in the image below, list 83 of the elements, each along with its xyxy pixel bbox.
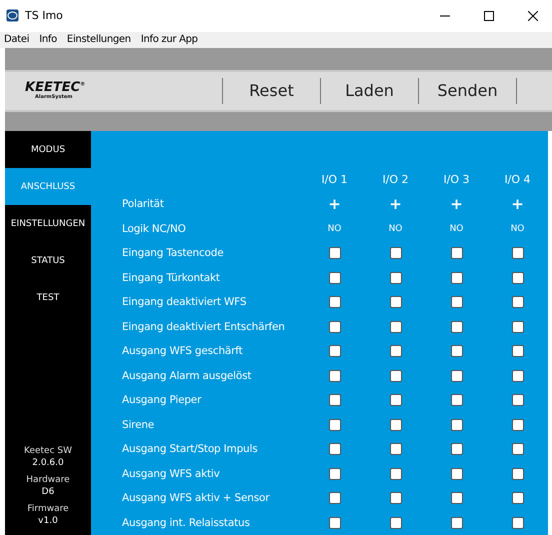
toolbar-button[interactable]: Reset [222,78,320,104]
checkbox[interactable] [512,370,524,382]
checkbox[interactable] [390,320,402,333]
checkbox[interactable] [328,418,340,431]
checkbox[interactable] [512,468,524,480]
checkbox[interactable] [390,443,402,456]
checkbox[interactable] [450,370,462,382]
checkbox[interactable] [512,394,524,406]
row-label: Eingang deaktiviert WFS [122,296,248,308]
checkbox[interactable] [390,370,402,382]
info-value: D6 [42,486,54,498]
checkbox[interactable] [390,247,402,260]
checkbox[interactable] [450,468,462,480]
checkbox[interactable] [328,443,340,456]
row-label: Sirene [122,418,156,431]
column-header: I/O 2 [382,173,409,186]
checkbox[interactable] [328,492,340,504]
checkbox[interactable] [450,443,462,456]
checkbox[interactable] [328,516,340,529]
checkbox[interactable] [328,345,340,358]
row-label: Logik NC/NO [122,222,187,235]
checkbox[interactable] [512,492,524,504]
checkbox[interactable] [512,296,524,308]
checkbox[interactable] [450,272,462,284]
checkbox[interactable] [450,394,462,406]
checkbox[interactable] [328,468,340,480]
row-label: Eingang Tastencode [122,247,224,260]
close-icon[interactable] [528,10,538,21]
toolbar-button[interactable]: Laden [320,78,418,104]
row-label: Eingang deaktiviert Entschärfen [122,320,286,333]
checkbox[interactable] [328,272,340,284]
checkbox[interactable] [390,418,402,431]
row-label: Ausgang int. Relaisstatus [122,516,251,529]
checkbox[interactable] [512,345,524,358]
checkbox[interactable] [390,296,402,308]
column-header: I/O 4 [504,173,531,186]
info-label: Keetec SW [24,444,72,457]
checkbox[interactable] [390,345,402,358]
row-label: Ausgang Alarm ausgelöst [122,370,252,382]
checkbox[interactable] [512,272,524,284]
info-value: v1.0 [38,514,58,527]
app-icon [6,9,19,22]
menu-item[interactable]: Einstellungen [66,34,131,46]
info-label: Hardware [26,474,70,486]
checkbox[interactable] [450,296,462,308]
row-label: Ausgang WFS aktiv [122,468,221,480]
info-label: Firmware [27,502,69,515]
menu-item[interactable]: Datei [4,34,30,46]
checkbox[interactable] [512,320,524,333]
checkbox[interactable] [390,272,402,284]
checkbox[interactable] [450,516,462,529]
checkbox[interactable] [328,394,340,406]
window-title: TS Imo [25,9,64,22]
menu-item[interactable]: Info [39,34,57,46]
checkbox[interactable] [512,516,524,529]
checkbox[interactable] [390,492,402,504]
row-label: Ausgang WFS aktiv + Sensor [122,492,270,504]
checkbox[interactable] [450,345,462,358]
checkbox[interactable] [450,247,462,260]
checkbox[interactable] [512,443,524,456]
checkbox[interactable] [512,418,524,431]
checkbox[interactable] [450,492,462,504]
checkbox[interactable] [390,516,402,529]
checkbox[interactable] [450,418,462,431]
row-label: Eingang Türkontakt [122,272,221,284]
checkbox[interactable] [328,320,340,333]
checkbox[interactable] [328,370,340,382]
column-header: I/O 3 [443,173,470,186]
row-label: Polarität [122,198,165,210]
maximize-icon[interactable] [484,10,494,21]
checkbox[interactable] [328,296,340,308]
row-label: Ausgang WFS geschärft [122,345,244,358]
toolbar-button[interactable]: Senden [418,78,516,104]
row-label: Ausgang Pieper [122,394,202,406]
checkbox[interactable] [390,468,402,480]
checkbox[interactable] [390,394,402,406]
checkbox[interactable] [328,247,340,260]
column-header: I/O 1 [321,173,348,186]
checkbox[interactable] [450,320,462,333]
menu-item[interactable]: Info zur App [140,34,198,46]
checkbox[interactable] [512,247,524,260]
info-value: 2.0.6.0 [32,456,64,469]
row-label: Ausgang Start/Stop Impuls [122,443,258,456]
